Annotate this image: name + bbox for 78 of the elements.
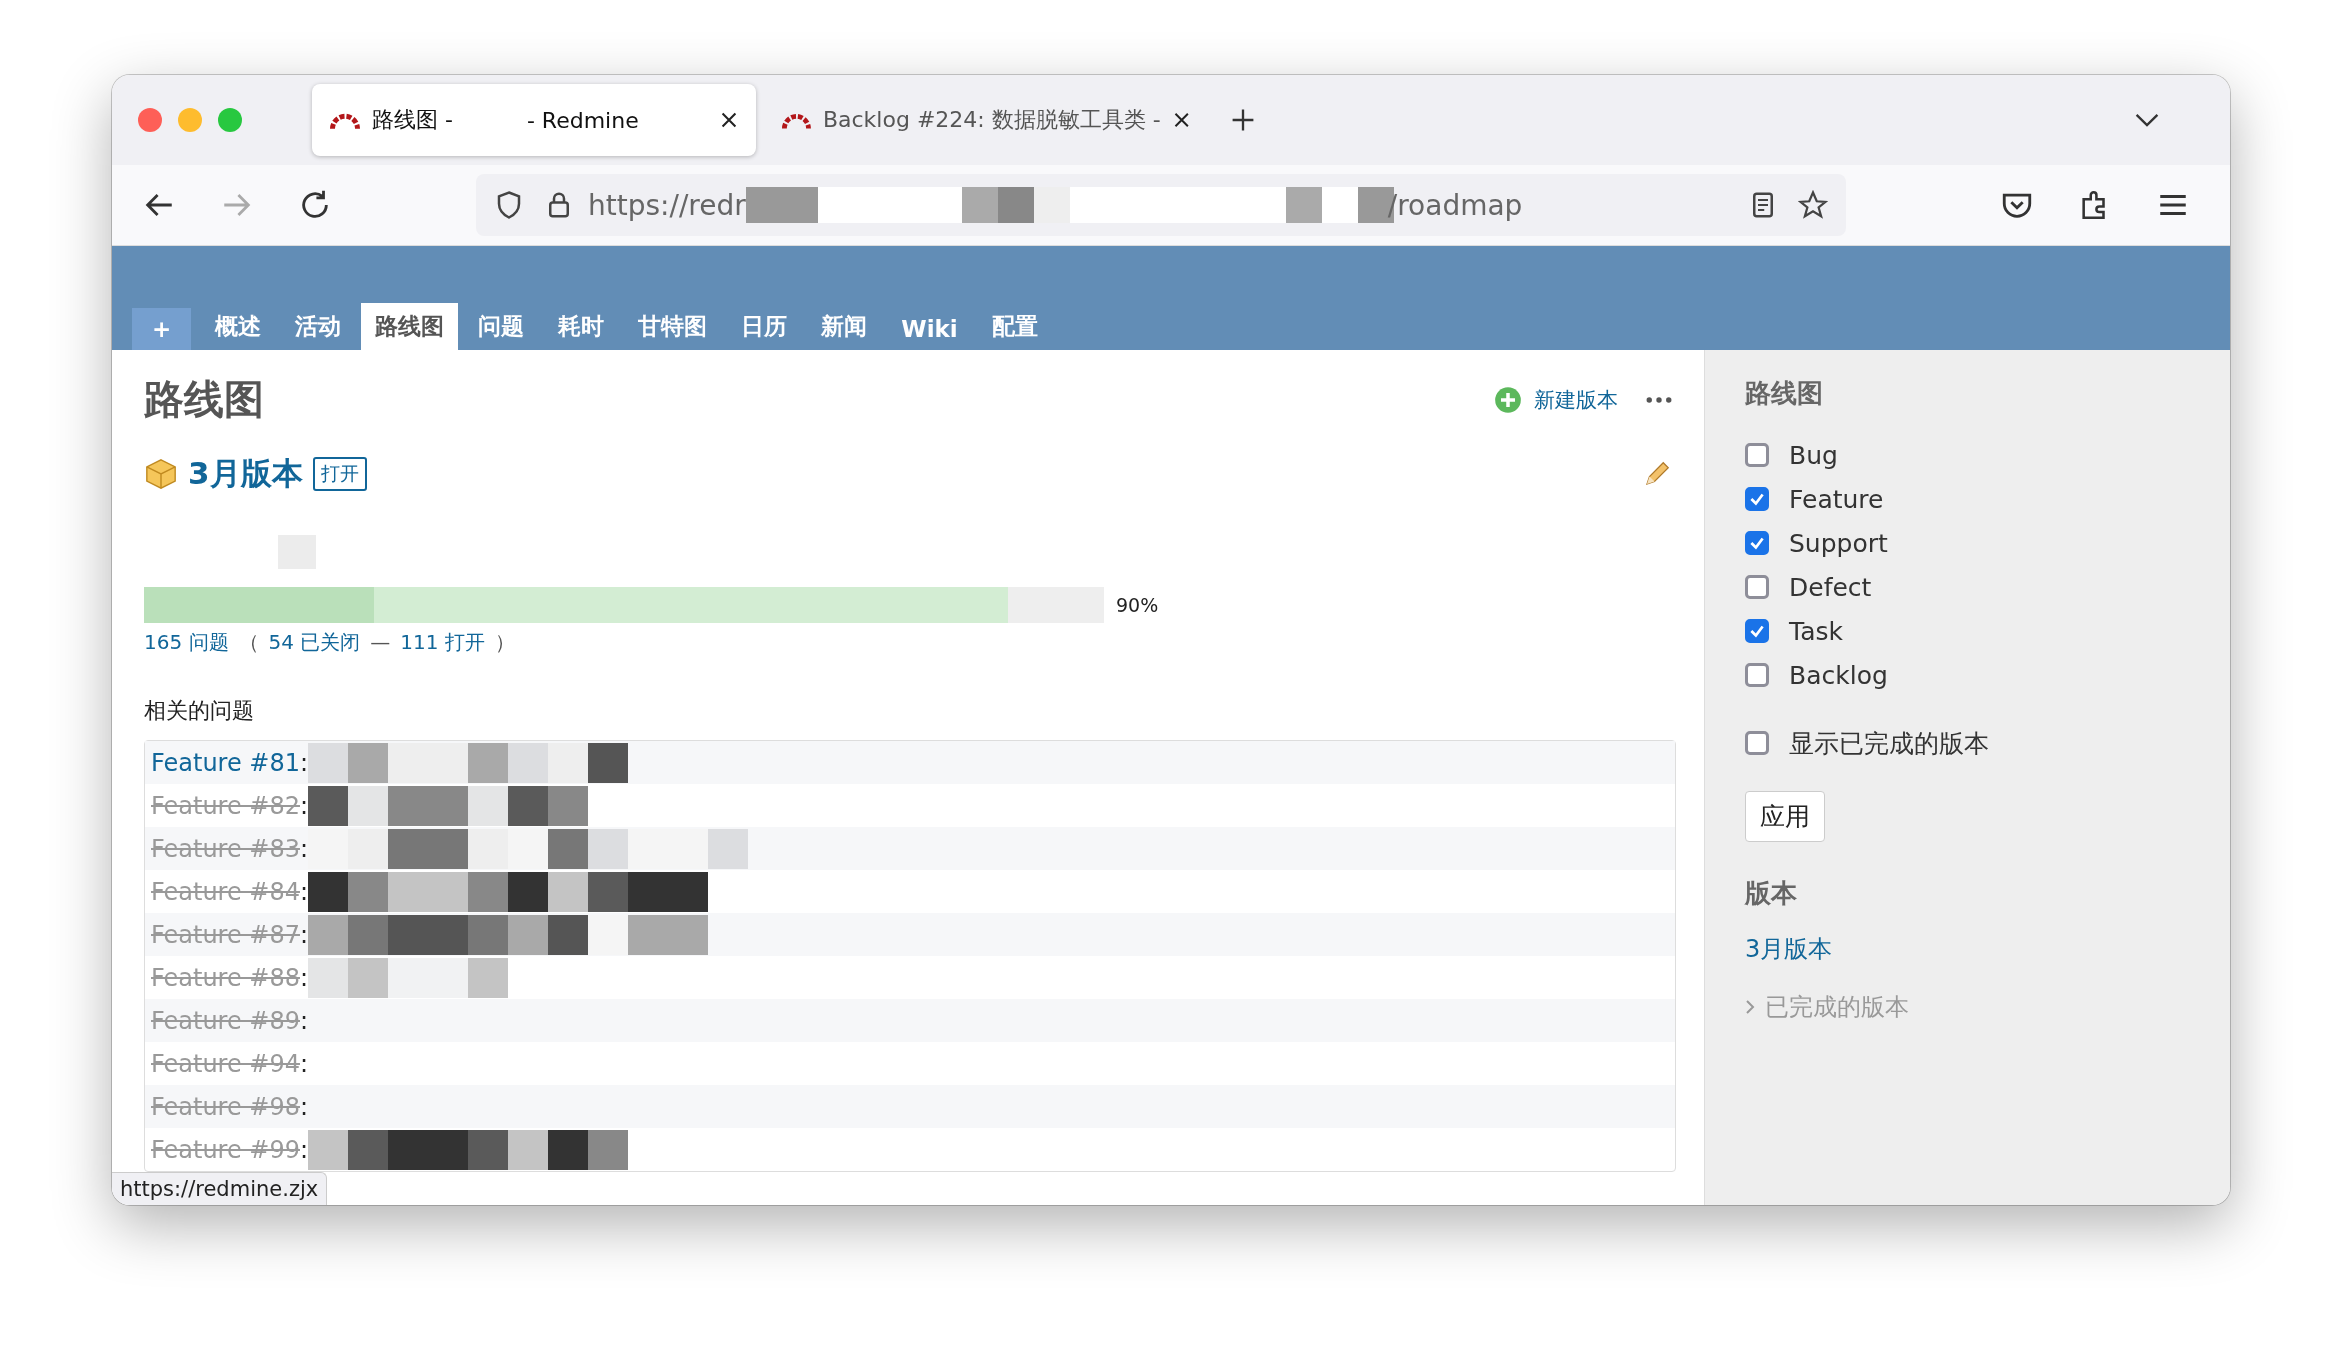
colon-text: : bbox=[299, 834, 309, 863]
chevron-right-icon[interactable] bbox=[1745, 999, 1755, 1015]
project-tab[interactable]: Wiki bbox=[887, 308, 972, 350]
project-tab[interactable]: 路线图 bbox=[361, 303, 459, 350]
version-link[interactable]: 3月版本 bbox=[188, 453, 303, 495]
checkbox-label: Support bbox=[1789, 528, 1888, 558]
checkbox[interactable] bbox=[1745, 531, 1769, 555]
issue-link[interactable]: Feature #87 bbox=[151, 920, 300, 949]
add-icon bbox=[1494, 385, 1522, 414]
colon-text: : bbox=[299, 1049, 309, 1078]
project-tab[interactable]: 概述 bbox=[201, 303, 276, 350]
percent-label: 90% bbox=[1116, 594, 1159, 616]
issue-link[interactable]: Feature #81 bbox=[151, 748, 300, 777]
completed-versions-toggle[interactable]: 已完成的版本 bbox=[1765, 991, 1909, 1023]
project-tab[interactable]: 耗时 bbox=[544, 303, 619, 350]
tab-title: 路线图 - bbox=[372, 106, 453, 134]
colon-text: : bbox=[299, 1135, 309, 1164]
issue-link[interactable]: Feature #82 bbox=[151, 791, 300, 820]
issue-link[interactable]: Feature #88 bbox=[151, 963, 300, 992]
colon-text: : bbox=[299, 877, 309, 906]
issue-link[interactable]: Feature #99 bbox=[151, 1135, 300, 1164]
close-window-icon[interactable] bbox=[138, 108, 162, 132]
apply-button[interactable]: 应用 bbox=[1745, 791, 1825, 842]
browser-tab[interactable]: 路线图 - - Redmine bbox=[312, 84, 756, 156]
issue-link[interactable]: Feature #83 bbox=[151, 834, 300, 863]
tab-title: Backlog #224: 数据脱敏工具类 - bbox=[822, 106, 1161, 134]
checkbox[interactable] bbox=[1745, 487, 1769, 511]
section-title: 相关的问题 bbox=[144, 697, 255, 725]
issues-count-link[interactable]: 165 问题 bbox=[144, 629, 229, 656]
project-tab[interactable]: 日历 bbox=[727, 303, 802, 350]
project-tab[interactable]: 配置 bbox=[977, 303, 1052, 350]
project-tab[interactable]: 活动 bbox=[281, 303, 356, 350]
browser-tab[interactable]: Backlog #224: 数据脱敏工具类 - bbox=[764, 84, 1208, 156]
checkbox-label: Backlog bbox=[1789, 660, 1888, 690]
checkbox[interactable] bbox=[1745, 443, 1769, 467]
new-version-link[interactable]: 新建版本 bbox=[1534, 385, 1618, 414]
tab-title: - Redmine bbox=[526, 107, 639, 133]
paren-text: （ bbox=[238, 629, 259, 656]
checkbox-label: Feature bbox=[1789, 484, 1884, 514]
new-item-button[interactable]: + bbox=[132, 308, 192, 350]
dash-text: — bbox=[370, 630, 391, 654]
checkbox[interactable] bbox=[1745, 663, 1769, 687]
issue-link[interactable]: Feature #89 bbox=[151, 1006, 300, 1035]
closed-count-link[interactable]: 54 已关闭 bbox=[268, 629, 361, 656]
paren-text: ） bbox=[494, 629, 515, 656]
colon-text: : bbox=[299, 920, 309, 949]
open-count-link[interactable]: 111 打开 bbox=[400, 629, 485, 656]
close-icon[interactable] bbox=[720, 111, 738, 129]
sidebar-title: 版本 bbox=[1745, 877, 1798, 910]
status-badge: 打开 bbox=[312, 457, 367, 491]
project-tab[interactable]: 问题 bbox=[464, 303, 539, 350]
close-icon[interactable] bbox=[1172, 111, 1190, 129]
sidebar-title: 路线图 bbox=[1745, 377, 1824, 410]
checkbox-label: Task bbox=[1789, 616, 1843, 646]
checkbox-label: Bug bbox=[1789, 440, 1838, 470]
more-icon[interactable] bbox=[1646, 395, 1672, 404]
checkbox-label: 显示已完成的版本 bbox=[1789, 727, 1989, 760]
checkbox-label: Defect bbox=[1789, 572, 1872, 602]
issue-link[interactable]: Feature #98 bbox=[151, 1092, 300, 1121]
project-tab[interactable]: 甘特图 bbox=[624, 303, 722, 350]
checkbox[interactable] bbox=[1745, 619, 1769, 643]
checkbox[interactable] bbox=[1745, 575, 1769, 599]
version-link[interactable]: 3月版本 bbox=[1745, 933, 2190, 965]
colon-text: : bbox=[299, 963, 309, 992]
issue-link[interactable]: Feature #84 bbox=[151, 877, 300, 906]
colon-text: : bbox=[299, 1092, 309, 1121]
checkbox[interactable] bbox=[1745, 731, 1769, 755]
status-url-tooltip: https://redmine.zjx bbox=[112, 1172, 328, 1205]
colon-text: : bbox=[299, 791, 309, 820]
colon-text: : bbox=[299, 748, 309, 777]
project-tab[interactable]: 新闻 bbox=[807, 303, 882, 350]
issue-link[interactable]: Feature #94 bbox=[151, 1049, 300, 1078]
package-icon bbox=[144, 457, 178, 491]
page-title: 路线图 bbox=[144, 375, 264, 424]
chevron-down-icon[interactable] bbox=[2134, 112, 2160, 128]
colon-text: : bbox=[299, 1006, 309, 1035]
new-tab-icon[interactable] bbox=[1230, 107, 1256, 133]
star-icon[interactable] bbox=[1798, 190, 1828, 220]
